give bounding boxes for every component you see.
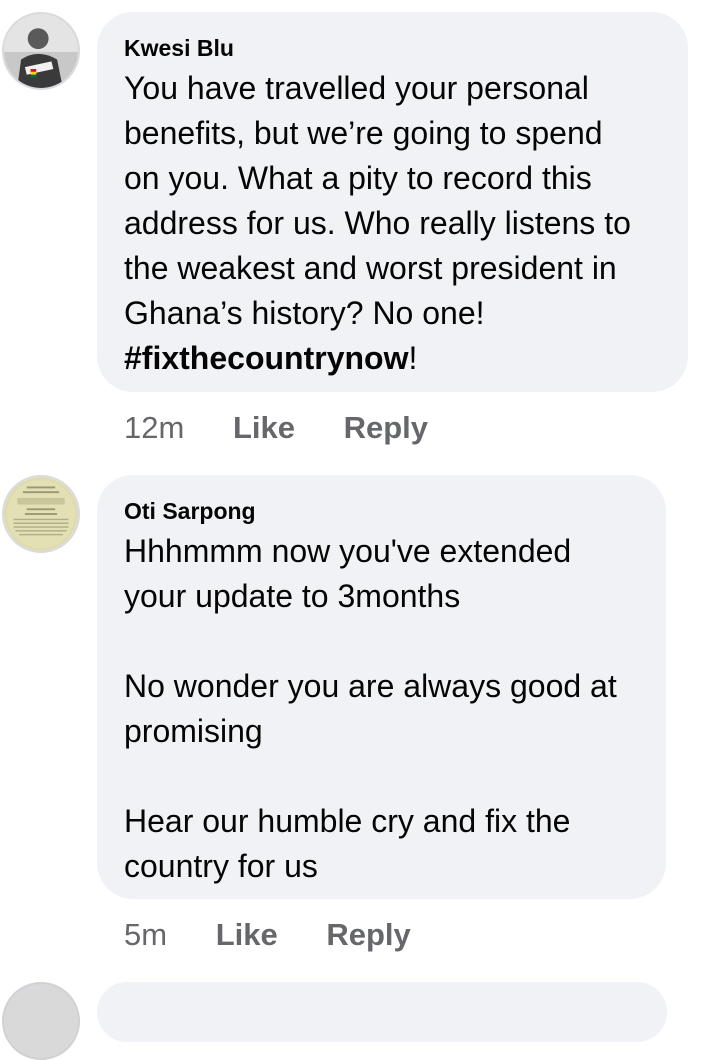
comment-line: #fixthecountrynow! — [124, 336, 662, 381]
like-button[interactable]: Like — [233, 410, 295, 446]
comment-line: You have travelled your personal — [124, 70, 589, 106]
comment-author[interactable]: Oti Sarpong — [124, 497, 640, 525]
comment-bubble: Oti Sarpong Hhhmmm now you've extended y… — [97, 475, 666, 899]
comment-line: Hhhmmm now you've extended — [124, 533, 572, 569]
comment-line: your update to 3months — [124, 578, 461, 614]
comment-line-blank — [124, 754, 640, 799]
comment-line: Ghana’s history? No one! — [124, 295, 485, 331]
comment-line: benefits, but we’re going to spend — [124, 115, 603, 151]
hashtag-suffix: ! — [408, 340, 418, 376]
comment-timestamp[interactable]: 12m — [124, 410, 184, 446]
comment-bubble — [97, 982, 667, 1042]
comment-line: Hear our humble cry and fix the — [124, 803, 571, 839]
avatar[interactable] — [2, 475, 80, 553]
comment-line-blank — [124, 619, 640, 664]
quote-image-avatar-icon — [4, 477, 78, 551]
like-button[interactable]: Like — [216, 917, 278, 953]
comment-text: Hhhmmm now you've extended your update t… — [124, 529, 640, 889]
reply-button[interactable]: Reply — [344, 410, 428, 446]
comment-author[interactable]: Kwesi Blu — [124, 34, 662, 62]
comment-line: No wonder you are always good at — [124, 668, 617, 704]
person-photo-avatar-icon — [4, 14, 78, 88]
comment-line: address for us. Who really listens to — [124, 205, 631, 241]
comment-text: You have travelled your personal benefit… — [124, 66, 662, 381]
avatar[interactable] — [2, 12, 80, 90]
reply-button[interactable]: Reply — [326, 917, 410, 953]
comment-bubble: Kwesi Blu You have travelled your person… — [97, 12, 688, 392]
comment-line: country for us — [124, 848, 318, 884]
comment-timestamp[interactable]: 5m — [124, 917, 167, 953]
avatar[interactable] — [2, 982, 80, 1060]
comment-actions: 5m Like Reply — [124, 917, 411, 953]
comment-actions: 12m Like Reply — [124, 410, 428, 446]
comment-line: the weakest and worst president in — [124, 250, 617, 286]
hashtag-link[interactable]: #fixthecountrynow — [124, 340, 408, 376]
comment-line: promising — [124, 713, 263, 749]
comment-line: on you. What a pity to record this — [124, 160, 592, 196]
